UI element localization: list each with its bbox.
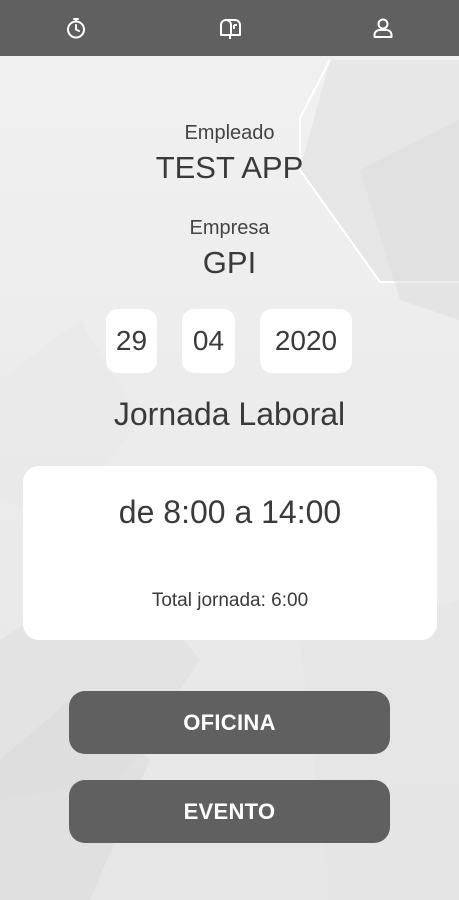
date-year: 2020: [260, 309, 352, 373]
top-tab-bar: [0, 0, 459, 56]
tab-user[interactable]: [369, 14, 397, 42]
workday-hours: de 8:00 a 14:00: [118, 494, 342, 530]
tab-stopwatch[interactable]: [62, 14, 90, 42]
date-day: 29: [106, 309, 157, 373]
mailbox-icon: [220, 19, 241, 39]
date-month: 04: [182, 309, 235, 373]
user-icon: [373, 18, 393, 38]
workday-title: Jornada Laboral: [113, 396, 346, 432]
employee-name: TEST APP: [155, 150, 304, 185]
company-label: Empresa: [189, 217, 270, 239]
company-name: GPI: [202, 245, 257, 280]
active-tab-indicator: [153, 53, 306, 56]
workday-total: Total jornada: 6:00: [151, 590, 309, 611]
event-button[interactable]: EVENTO: [69, 780, 390, 843]
employee-label: Empleado: [184, 122, 275, 144]
office-button[interactable]: OFICINA: [69, 691, 390, 754]
stopwatch-icon: [67, 18, 85, 39]
tab-mailbox[interactable]: [216, 14, 244, 42]
workday-card: de 8:00 a 14:00 Total jornada: 6:00: [23, 466, 437, 640]
